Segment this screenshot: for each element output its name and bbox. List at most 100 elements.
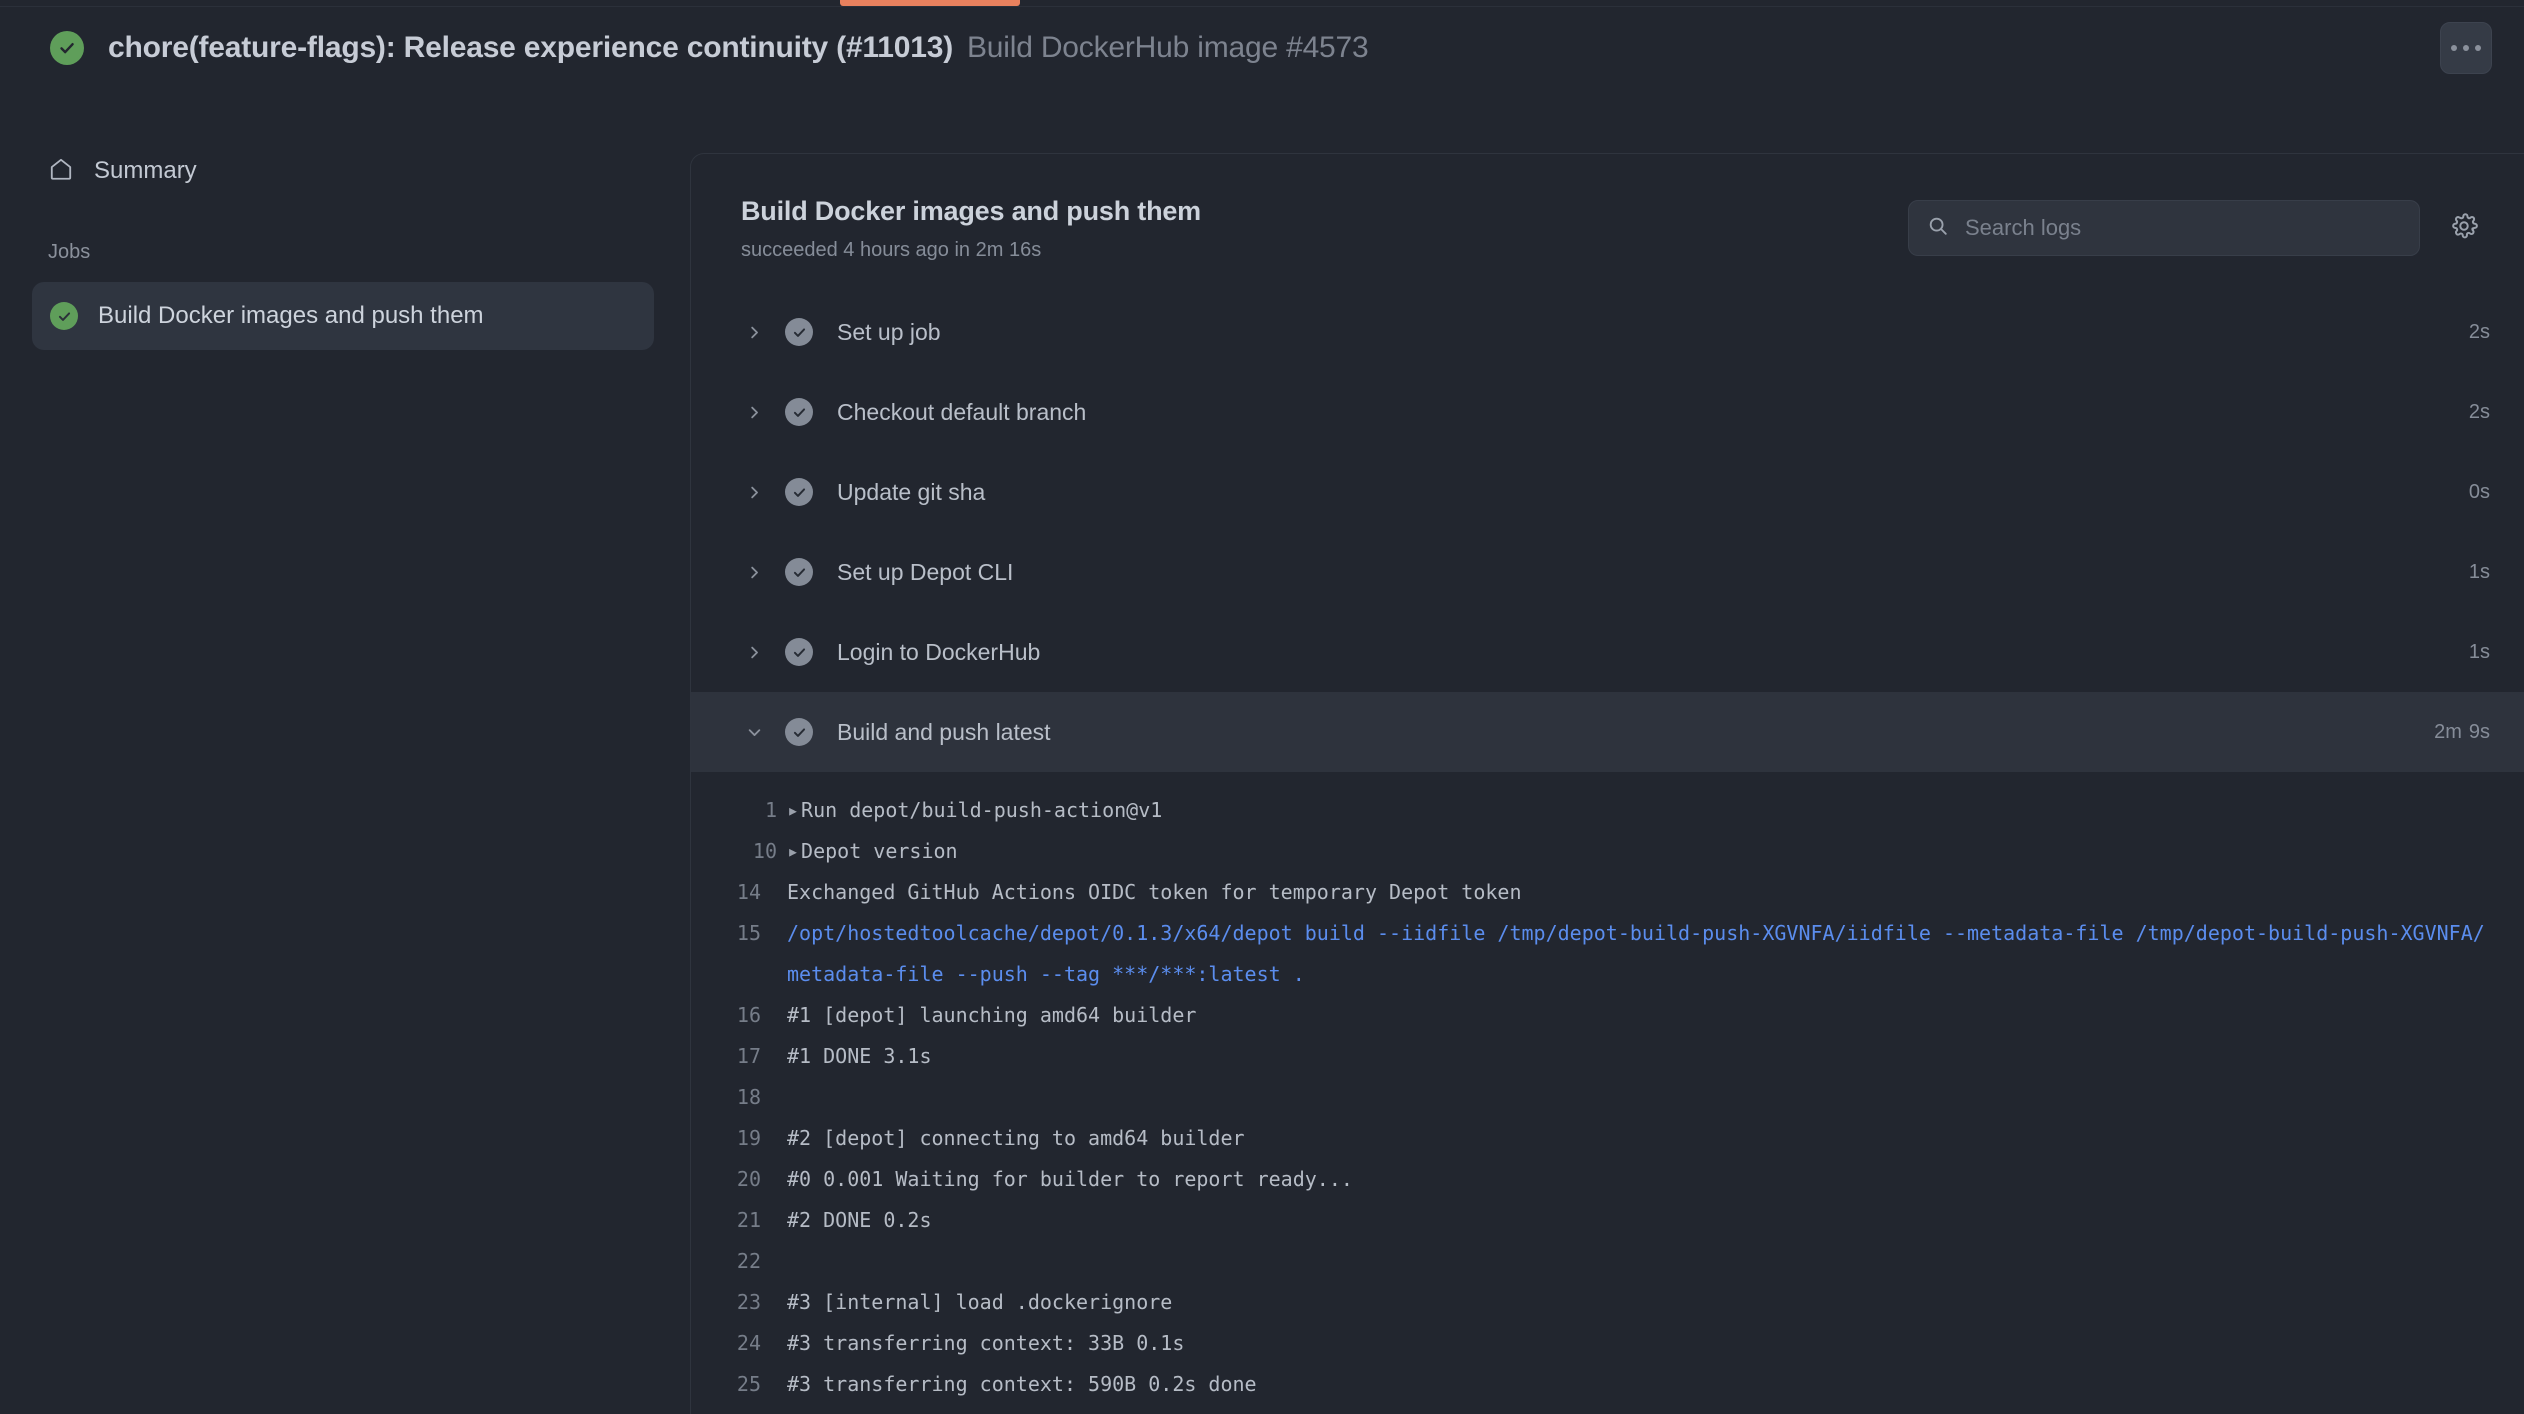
kebab-dot-2: [2463, 44, 2469, 51]
step-success-icon: [785, 718, 813, 746]
log-line-text: #0 0.001 Waiting for builder to report r…: [787, 1167, 1353, 1191]
log-line: 19 #2 [depot] connecting to amd64 builder: [691, 1118, 2524, 1159]
log-line: 17 #1 DONE 3.1s: [691, 1036, 2524, 1077]
step-success-icon: [785, 638, 813, 666]
log-line-text: #2 [depot] connecting to amd64 builder: [787, 1126, 1245, 1150]
body-area: Summary Jobs Build Docker images and pus…: [0, 88, 2524, 1414]
log-line: 10 ▸ Depot version: [691, 831, 2524, 872]
step-duration: 0s: [2469, 481, 2490, 504]
step-duration-seconds: 9s: [2468, 720, 2490, 743]
chevron-right-icon[interactable]: [739, 404, 769, 421]
log-line-number: 25: [736, 1372, 761, 1396]
step-duration-seconds: 1s: [2468, 640, 2490, 663]
job-heading-block: Build Docker images and push them succee…: [741, 196, 1908, 262]
step-duration-minutes: 2m: [2434, 720, 2462, 743]
log-line-number: 22: [736, 1249, 761, 1273]
log-line: 21 #2 DONE 0.2s: [691, 1200, 2524, 1241]
page-title: chore(feature-flags): Release experience…: [108, 30, 953, 64]
log-line: 1 ▸ Run depot/build-push-action@v1: [691, 790, 2524, 831]
log-line-number: 21: [736, 1208, 761, 1232]
log-line-number: 18: [736, 1085, 761, 1109]
chevron-right-icon[interactable]: [739, 484, 769, 501]
log-line-number: 1: [764, 798, 777, 822]
log-line: 24 #3 transferring context: 33B 0.1s: [691, 1323, 2524, 1364]
step-name: Login to DockerHub: [837, 638, 1041, 665]
log-line-text: #3 transferring context: 590B 0.2s done: [787, 1372, 1257, 1396]
log-line: 20 #0 0.001 Waiting for builder to report…: [691, 1159, 2524, 1200]
step-success-icon: [785, 398, 813, 426]
step-duration-seconds: 1s: [2468, 560, 2490, 583]
chevron-down-icon[interactable]: [739, 724, 769, 741]
step-duration: 1s: [2469, 561, 2490, 584]
log-line-text: #3 transferring context: 33B 0.1s: [787, 1331, 1185, 1355]
search-logs-input[interactable]: [1965, 215, 2403, 241]
search-icon: [1927, 215, 1949, 242]
log-line: 16 #1 [depot] launching amd64 builder: [691, 995, 2524, 1036]
sidebar: Summary Jobs Build Docker images and pus…: [0, 88, 690, 1414]
log-line-text: #1 [depot] launching amd64 builder: [787, 1003, 1197, 1027]
step-name: Checkout default branch: [837, 398, 1087, 425]
log-line-text: #2 DONE 0.2s: [787, 1208, 932, 1232]
step-success-icon: [785, 318, 813, 346]
log-line: 22: [691, 1241, 2524, 1282]
home-icon: [48, 156, 74, 187]
step-row[interactable]: Checkout default branch 2s: [691, 372, 2524, 452]
log-output: 1 ▸ Run depot/build-push-action@v1 10 ▸ Depot…: [691, 772, 2524, 1405]
kebab-dot-1: [2451, 44, 2457, 51]
log-line-number: 16: [736, 1003, 761, 1027]
log-line-number: 20: [736, 1167, 761, 1191]
job-steps-list: Set up job 2s Checkout default branch 2s Upd…: [691, 292, 2524, 772]
log-line-text: Run depot/build-push-action@v1: [801, 798, 1163, 822]
sidebar-item-job-build-docker-images[interactable]: Build Docker images and push them: [32, 282, 654, 350]
chevron-right-icon[interactable]: [739, 324, 769, 341]
step-name: Set up job: [837, 318, 941, 345]
step-row[interactable]: Set up job 2s: [691, 292, 2524, 372]
chevron-right-icon[interactable]: [739, 564, 769, 581]
log-line-number: 14: [736, 880, 761, 904]
chevron-right-icon[interactable]: [739, 644, 769, 661]
log-line-number: 15: [736, 921, 761, 945]
workflow-run-subtitle: Build DockerHub image #4573: [967, 30, 1369, 64]
step-success-icon: [785, 558, 813, 586]
log-line-text: #1 DONE 3.1s: [787, 1044, 932, 1068]
job-status-meta: succeeded 4 hours ago in 2m 16s: [741, 239, 1042, 261]
step-duration: 1s: [2469, 641, 2490, 664]
step-name: Update git sha: [837, 478, 986, 505]
search-logs-box[interactable]: [1908, 200, 2420, 256]
log-line-text: Depot version: [801, 839, 958, 863]
log-line-text: #3 [internal] load .dockerignore: [787, 1290, 1173, 1314]
check-circle-icon: [50, 30, 84, 65]
log-line: 25 #3 transferring context: 590B 0.2s don…: [691, 1364, 2524, 1405]
log-line: 18: [691, 1077, 2524, 1118]
log-line: 15/opt/hostedtoolcache/depot/0.1.3/x64/d…: [691, 913, 2524, 995]
log-group-expand-icon[interactable]: ▸: [787, 790, 799, 831]
job-detail-panel: Build Docker images and push them succee…: [690, 153, 2524, 1414]
sidebar-item-summary-label: Summary: [94, 157, 197, 184]
more-options-button[interactable]: [2440, 21, 2492, 74]
log-line: 14 Exchanged GitHub Actions OIDC token fo…: [691, 872, 2524, 913]
step-success-icon: [785, 478, 813, 506]
run-header-titles: chore(feature-flags): Release experience…: [108, 31, 1369, 65]
log-line-number: 10: [752, 839, 777, 863]
step-row[interactable]: Set up Depot CLI 1s: [691, 532, 2524, 612]
log-line: 23 #3 [internal] load .dockerignore: [691, 1282, 2524, 1323]
step-duration: 2s: [2469, 401, 2490, 424]
job-panel-header: Build Docker images and push them succee…: [691, 154, 2524, 292]
step-duration: 2s: [2469, 321, 2490, 344]
step-row[interactable]: Update git sha 0s: [691, 452, 2524, 532]
log-group-expand-icon[interactable]: ▸: [787, 831, 799, 872]
log-settings-button[interactable]: [2440, 204, 2488, 252]
log-line-number: 19: [736, 1126, 761, 1150]
log-line-number: 23: [736, 1290, 761, 1314]
sidebar-item-summary[interactable]: Summary: [30, 143, 656, 199]
step-row[interactable]: Login to DockerHub 1s: [691, 612, 2524, 692]
step-duration-seconds: 2s: [2468, 400, 2490, 423]
log-line-number: 24: [736, 1331, 761, 1355]
step-row[interactable]: Build and push latest 2m 9s: [691, 692, 2524, 772]
log-command-text[interactable]: /opt/hostedtoolcache/depot/0.1.3/x64/dep…: [787, 913, 2494, 995]
job-title: Build Docker images and push them: [741, 196, 1201, 226]
log-line-number: 17: [736, 1044, 761, 1068]
run-header: chore(feature-flags): Release experience…: [0, 7, 2524, 88]
step-name: Build and push latest: [837, 718, 1051, 745]
sidebar-item-job-label: Build Docker images and push them: [98, 302, 484, 329]
